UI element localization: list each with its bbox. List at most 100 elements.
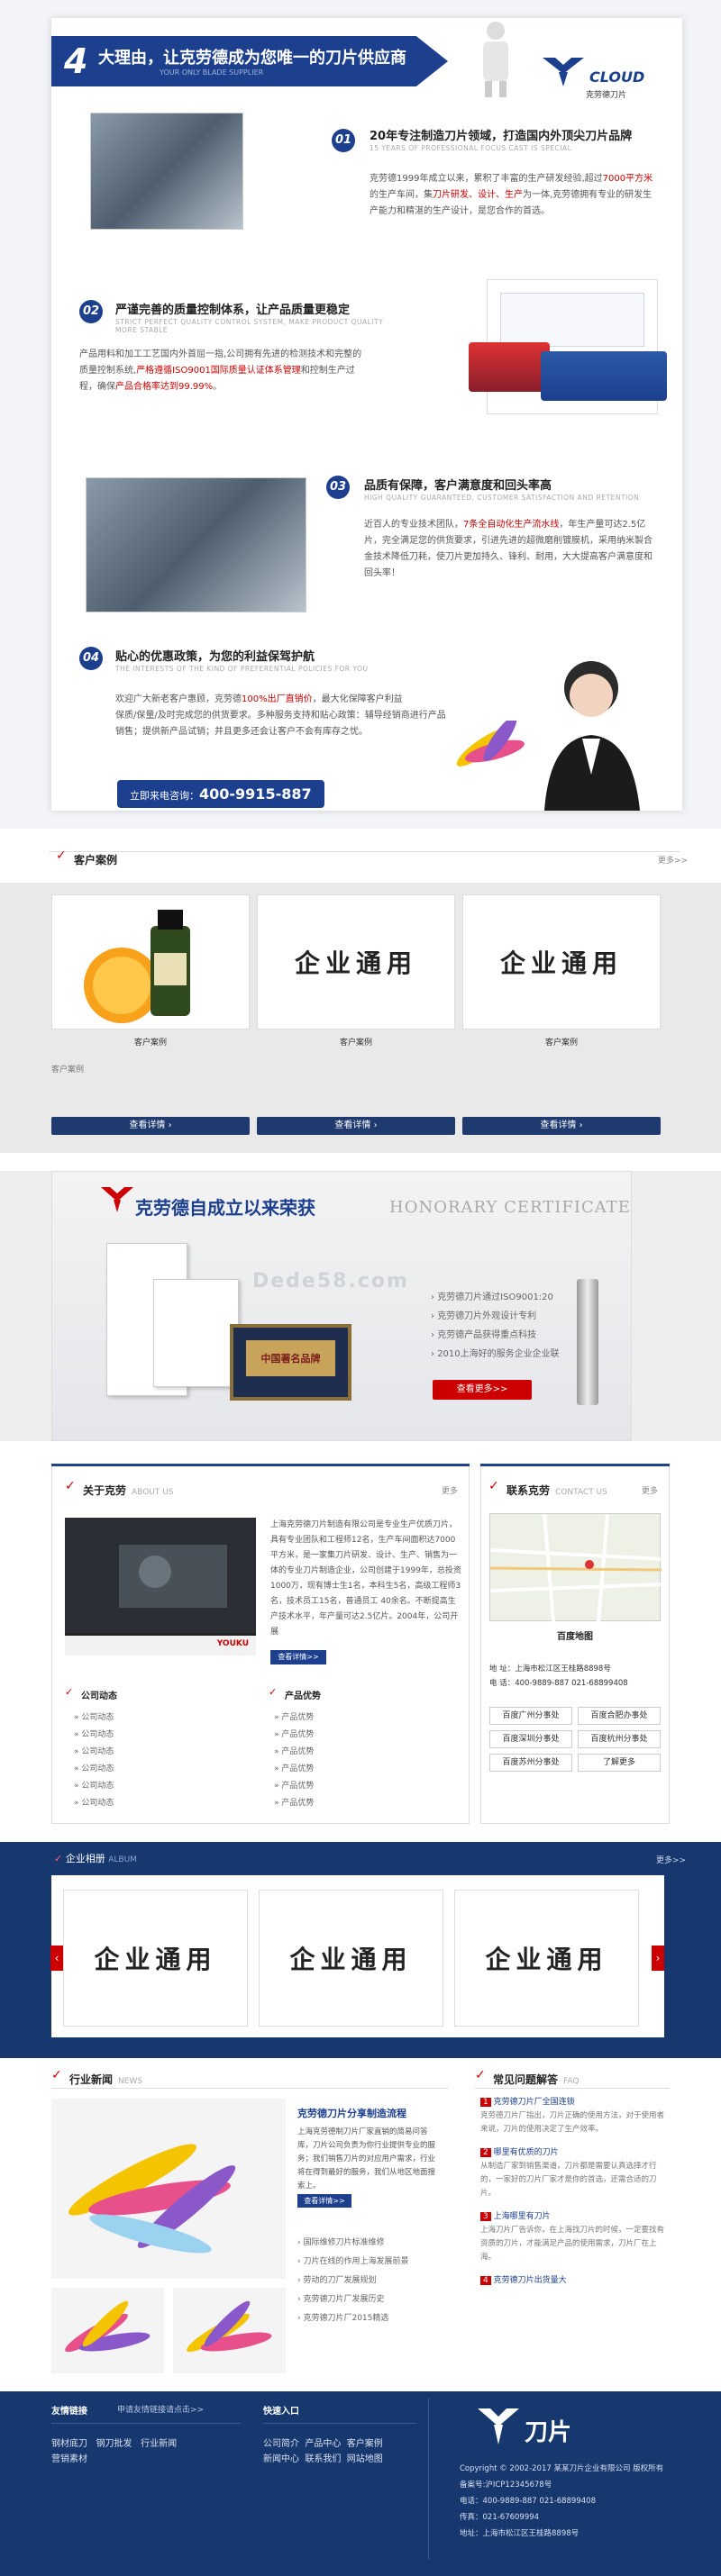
- baidu-map[interactable]: [489, 1513, 662, 1623]
- banner-number: 4: [64, 41, 88, 81]
- brand-logo-icon: [541, 56, 586, 92]
- footer-apply-link[interactable]: 申请友情链接请点击>>: [117, 2403, 204, 2415]
- case-tile-2[interactable]: 企业通用: [257, 894, 455, 1029]
- album-prev-arrow[interactable]: ‹: [50, 1946, 63, 1971]
- prod-link[interactable]: » 产品优势: [274, 1727, 314, 1744]
- prod-link[interactable]: » 产品优势: [274, 1761, 314, 1778]
- quick-link[interactable]: 客户案例: [347, 2439, 383, 2449]
- news-list-item[interactable]: › 克劳德刀片厂发展历史: [297, 2290, 442, 2309]
- about-video-player[interactable]: YOUKU: [65, 1518, 256, 1655]
- item-01-number: 01: [332, 129, 355, 152]
- office-more-button[interactable]: 了解更多: [578, 1754, 661, 1772]
- brand-name-cn: 克劳德刀片: [586, 91, 627, 100]
- album-more-link[interactable]: 更多>>: [656, 1854, 686, 1865]
- certificate-doc-2: [153, 1279, 239, 1387]
- prod-link[interactable]: » 产品优势: [274, 1744, 314, 1761]
- footer-link[interactable]: 钢刀批发: [96, 2439, 132, 2449]
- office-button-hf[interactable]: 百度合肥办事处: [578, 1707, 661, 1725]
- footer-link[interactable]: 钢材底刀: [51, 2439, 87, 2449]
- footer-info: Copyright © 2002-2017 某某刀片企业有限公司 版权所有 备案…: [460, 2464, 664, 2538]
- news-link[interactable]: » 公司动态: [74, 1778, 114, 1795]
- case-caption-1[interactable]: 客户案例: [51, 1036, 250, 1048]
- contact-info: 地 址：上海市松江区王桂路8898号 电 话：400-9889-887 021-…: [489, 1664, 628, 1688]
- prod-link[interactable]: » 产品优势: [274, 1795, 314, 1812]
- album-tile-3[interactable]: 企业通用: [454, 1890, 639, 2027]
- news-link[interactable]: » 公司动态: [74, 1727, 114, 1744]
- quick-link[interactable]: 新闻中心: [263, 2454, 299, 2464]
- consult-phone-button[interactable]: 立即来电咨询：400-9915-887: [117, 780, 324, 808]
- office-button-gz[interactable]: 百度广州分事处: [489, 1707, 572, 1725]
- news-thumb-1[interactable]: [51, 2288, 164, 2373]
- faq-item[interactable]: 4 克劳德刀片出货量大: [480, 2273, 670, 2285]
- quick-link[interactable]: 公司简介: [263, 2439, 299, 2449]
- service-rep-photo: [523, 649, 649, 811]
- essential-oil-image: [84, 910, 190, 1023]
- case-detail-button-3[interactable]: 查看详情 ›: [462, 1117, 661, 1135]
- about-title: 关于克劳 ABOUT US: [83, 1484, 174, 1497]
- faq-item[interactable]: 3 上海哪里有刀片 上海刀片厂告诉你，在上海找刀片的时候，一定要找有资质的刀片，…: [480, 2209, 670, 2264]
- about-detail-button[interactable]: 查看详情>>: [270, 1650, 326, 1664]
- case-detail-button-1[interactable]: 查看详情 ›: [51, 1117, 250, 1135]
- news-link[interactable]: » 公司动态: [74, 1710, 114, 1727]
- product-adv-list: » 产品优势 » 产品优势 » 产品优势 » 产品优势 » 产品优势 » 产品优…: [274, 1710, 314, 1812]
- footer-link[interactable]: 行业新闻: [141, 2439, 177, 2449]
- about-more-link[interactable]: 更多: [442, 1484, 458, 1496]
- honor-item-4: › 2010上海好的服务企业企业联: [431, 1349, 560, 1359]
- office-button-hz[interactable]: 百度杭州分事处: [578, 1730, 661, 1748]
- footer-links-title: 友情链接: [51, 2407, 87, 2417]
- item-03-number: 03: [326, 476, 350, 499]
- prod-link[interactable]: » 产品优势: [274, 1778, 314, 1795]
- news-list-item[interactable]: › 国际维修刀片标准维修: [297, 2234, 442, 2253]
- office-button-sz2[interactable]: 百度苏州分事处: [489, 1754, 572, 1772]
- album-tile-2[interactable]: 企业通用: [259, 1890, 443, 2027]
- about-logo-icon: ✓: [65, 1479, 76, 1493]
- faq-icon: ✓: [475, 2068, 486, 2082]
- quick-link[interactable]: 联系我们: [305, 2454, 341, 2464]
- album-next-arrow[interactable]: ›: [652, 1946, 664, 1971]
- quick-link[interactable]: 网站地图: [347, 2454, 383, 2464]
- news-feature-title[interactable]: 克劳德刀片分享制造流程: [297, 2106, 406, 2120]
- item-04-text: 欢迎广大新老客户惠顾，克劳德100%出厂直销价，最大化保障客户利益 保质/保量/及…: [115, 694, 446, 737]
- company-news-title: 公司动态: [81, 1692, 117, 1701]
- banner-title: 大理由，让克劳德成为您唯一的刀片供应商: [98, 49, 406, 68]
- footer-quick-title: 快速入口: [263, 2407, 299, 2417]
- factory-photo: [90, 113, 243, 230]
- banner-subtitle: YOUR ONLY BLADE SUPPLIER: [160, 68, 264, 77]
- news-list-item[interactable]: › 刀片在线的作用上海发展前景: [297, 2253, 442, 2272]
- footer-link[interactable]: 营销素材: [51, 2454, 87, 2464]
- news-list-item[interactable]: › 克劳德刀片厂2015精选: [297, 2309, 442, 2328]
- faq-item[interactable]: 2 哪里有优质的刀片 从制造厂家到销售渠道，刀片都是需要认真选择才行的，一家好的…: [480, 2145, 670, 2200]
- prod-link[interactable]: » 产品优势: [274, 1710, 314, 1727]
- album-tile-1[interactable]: 企业通用: [63, 1890, 248, 2027]
- cases-title: 客户案例: [74, 854, 118, 866]
- case-detail-button-2[interactable]: 查看详情 ›: [257, 1117, 455, 1135]
- case-caption-3[interactable]: 客户案例: [462, 1036, 661, 1048]
- honor-item-1: › 克劳德刀片通过ISO9001:20: [431, 1293, 553, 1302]
- faq-item[interactable]: 1 克劳德刀片厂全国连锁 克劳德刀片厂指出，刀片正确的使用方法，对于使用者来说，…: [480, 2095, 670, 2136]
- news-thumb-2[interactable]: [173, 2288, 286, 2373]
- case-tile-1[interactable]: [51, 894, 250, 1029]
- news-link[interactable]: » 公司动态: [74, 1744, 114, 1761]
- item-01-title: 20年专注制造刀片领域，打造国内外顶尖刀片品牌: [370, 130, 633, 143]
- item-02-en: STRICT PERFECT QUALITY CONTROL SYSTEM, M…: [115, 318, 384, 334]
- news-feature-text: 上海克劳德制刀片厂家直销的简易问答库，刀片公司负责为你行业提供专业的服务；我们销…: [297, 2127, 436, 2191]
- contact-more-link[interactable]: 更多: [642, 1484, 658, 1496]
- honor-title: 克劳德自成立以来荣获: [135, 1197, 315, 1219]
- item-03-en: HIGH QUALITY GUARANTEED, CUSTOMER SATISF…: [364, 494, 640, 502]
- quick-link[interactable]: 产品中心: [305, 2439, 341, 2449]
- cases-more-link[interactable]: 更多>>: [658, 854, 688, 866]
- product-box-red: [469, 342, 550, 392]
- news-list-item[interactable]: › 劳动的刀厂发展规划: [297, 2272, 442, 2290]
- office-button-sz[interactable]: 百度深圳分事处: [489, 1730, 572, 1748]
- item-02-title: 严谨完善的质量控制体系，让产品质量更稳定: [115, 304, 351, 317]
- case-caption-2[interactable]: 客户案例: [257, 1036, 455, 1048]
- news-link[interactable]: » 公司动态: [74, 1795, 114, 1812]
- honor-more-button[interactable]: 查看更多>>: [433, 1380, 532, 1400]
- watermark: Dede58.com: [252, 1270, 409, 1293]
- mascot-figure: [469, 18, 523, 99]
- item-02-text: 产品用料和加工工艺国内外首屈一指,公司拥有先进的检测技术和完整的质量控制系统,严…: [79, 349, 362, 392]
- contact-logo-icon: ✓: [488, 1479, 499, 1493]
- news-detail-button[interactable]: 查看详情>>: [297, 2194, 351, 2208]
- case-tile-3[interactable]: 企业通用: [462, 894, 661, 1029]
- news-link[interactable]: » 公司动态: [74, 1761, 114, 1778]
